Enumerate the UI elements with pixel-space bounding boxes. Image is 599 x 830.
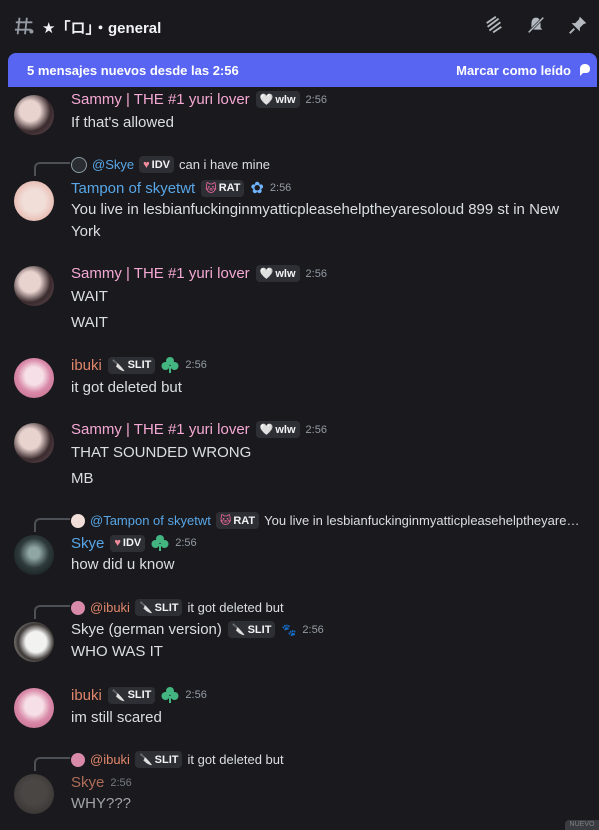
author-name[interactable]: Sammy | THE #1 yuri lover bbox=[71, 265, 250, 282]
reply-connector bbox=[34, 757, 70, 771]
timestamp[interactable]: 2:56 bbox=[270, 182, 291, 194]
knife-icon: 🔪 bbox=[111, 689, 126, 702]
author-name[interactable]: Skye bbox=[71, 774, 104, 791]
reply-text[interactable]: You live in lesbianfuckinginmyatticpleas… bbox=[264, 513, 579, 528]
knife-icon: 🔪 bbox=[111, 359, 126, 372]
reply-connector bbox=[34, 605, 70, 619]
reply-text[interactable]: it got deleted but bbox=[187, 600, 283, 615]
avatar[interactable] bbox=[14, 181, 54, 221]
author-name[interactable]: ibuki bbox=[71, 357, 102, 374]
author-name[interactable]: Skye (german version) bbox=[71, 621, 222, 638]
new-messages-text[interactable]: 5 mensajes nuevos desde las 2:56 bbox=[27, 63, 239, 78]
message-text: MB bbox=[71, 470, 94, 487]
reply-text[interactable]: it got deleted but bbox=[187, 752, 283, 767]
heart-icon: 🤍 bbox=[259, 268, 274, 280]
knife-icon: 🔪 bbox=[138, 754, 153, 766]
message-text: WHO WAS IT bbox=[71, 643, 163, 660]
message-text: WAIT bbox=[71, 288, 108, 305]
server-tag: 🔪 SLIT bbox=[134, 599, 183, 616]
message-text: WAIT bbox=[71, 314, 108, 331]
message-text: it got deleted but bbox=[71, 379, 182, 396]
server-tag[interactable]: 🔪 SLIT bbox=[107, 356, 156, 374]
mark-as-read-button[interactable]: Marcar como leído bbox=[456, 63, 571, 78]
author-name[interactable]: Sammy | THE #1 yuri lover bbox=[71, 91, 250, 108]
reply-connector bbox=[34, 518, 70, 532]
server-tag[interactable]: 🤍 wlw bbox=[255, 421, 300, 438]
timestamp[interactable]: 2:56 bbox=[306, 94, 327, 106]
server-tag[interactable]: 🔪 SLIT bbox=[227, 621, 276, 638]
flower-icon: ✿ bbox=[250, 180, 264, 197]
server-tag[interactable]: 🤍 wlw bbox=[255, 91, 300, 108]
avatar[interactable] bbox=[14, 95, 54, 135]
heart-icon: ♥ bbox=[143, 158, 150, 171]
text-channel-icon bbox=[14, 17, 34, 35]
avatar[interactable] bbox=[14, 622, 54, 662]
author-name[interactable]: ibuki bbox=[71, 687, 102, 704]
timestamp[interactable]: 2:56 bbox=[185, 359, 206, 371]
avatar[interactable] bbox=[14, 358, 54, 398]
heart-icon: 🤍 bbox=[259, 424, 274, 436]
reply-preview[interactable]: @ibuki 🔪 SLIT it got deleted but bbox=[71, 599, 284, 616]
pin-icon[interactable] bbox=[567, 14, 589, 36]
avatar[interactable] bbox=[14, 688, 54, 728]
timestamp[interactable]: 2:56 bbox=[110, 777, 131, 789]
avatar[interactable] bbox=[14, 535, 54, 575]
knife-icon: 🔪 bbox=[231, 624, 246, 636]
author-name[interactable]: Skye bbox=[71, 535, 104, 552]
server-tag[interactable]: 🔪 SLIT bbox=[107, 686, 156, 704]
message-text: WHY??? bbox=[71, 795, 132, 812]
channel-name: ★「ロ」・general bbox=[42, 20, 162, 37]
server-tag: 🐱 RAT bbox=[215, 512, 260, 529]
message-text: how did u know bbox=[71, 556, 175, 573]
timestamp[interactable]: 2:56 bbox=[185, 689, 206, 701]
message-text: im still scared bbox=[71, 709, 162, 726]
paw-icon: 🐾 bbox=[281, 622, 297, 637]
threads-icon[interactable] bbox=[483, 14, 505, 36]
reply-author[interactable]: @Tampon of skyetwt bbox=[90, 513, 211, 528]
avatar[interactable] bbox=[14, 266, 54, 306]
clover-icon bbox=[161, 357, 179, 373]
message-text: If that's allowed bbox=[71, 114, 174, 131]
reply-preview[interactable]: @ibuki 🔪 SLIT it got deleted but bbox=[71, 751, 284, 768]
server-tag[interactable]: 🐱 RAT bbox=[201, 179, 245, 197]
reply-connector bbox=[34, 162, 70, 176]
reply-avatar bbox=[71, 156, 87, 173]
timestamp[interactable]: 2:56 bbox=[306, 268, 327, 280]
heart-icon: 🤍 bbox=[259, 94, 274, 106]
server-tag[interactable]: ♥ IDV bbox=[110, 534, 146, 552]
message-text: You live in lesbianfuckinginmyatticpleas… bbox=[71, 201, 560, 240]
reply-preview[interactable]: @Skye ♥ IDV can i have mine bbox=[71, 156, 270, 173]
mark-read-icon[interactable] bbox=[577, 62, 593, 78]
clover-icon bbox=[161, 687, 179, 703]
avatar[interactable] bbox=[14, 774, 54, 814]
new-badge: NUEVO bbox=[565, 820, 599, 830]
channel-header: ★「ロ」・general bbox=[0, 0, 599, 52]
server-tag: ♥ IDV bbox=[139, 156, 174, 173]
clover-icon bbox=[151, 535, 169, 551]
reply-avatar bbox=[71, 513, 85, 528]
cat-icon: 🐱 bbox=[219, 515, 232, 527]
reply-preview[interactable]: @Tampon of skyetwt 🐱 RAT You live in lesb… bbox=[71, 512, 579, 529]
author-name[interactable]: Sammy | THE #1 yuri lover bbox=[71, 421, 250, 438]
timestamp[interactable]: 2:56 bbox=[175, 537, 196, 549]
timestamp[interactable]: 2:56 bbox=[302, 624, 323, 636]
knife-icon: 🔪 bbox=[138, 602, 153, 614]
reply-author[interactable]: @Skye bbox=[92, 157, 134, 172]
author-name[interactable]: Tampon of skyetwt bbox=[71, 180, 195, 197]
reply-author[interactable]: @ibuki bbox=[90, 752, 130, 767]
reply-avatar bbox=[71, 600, 85, 615]
server-tag[interactable]: 🤍 wlw bbox=[255, 265, 300, 282]
reply-text[interactable]: can i have mine bbox=[179, 157, 270, 172]
server-tag: 🔪 SLIT bbox=[134, 751, 183, 768]
heart-icon: ♥ bbox=[114, 537, 121, 549]
cat-icon: 🐱 bbox=[205, 182, 217, 195]
mute-icon[interactable] bbox=[525, 14, 547, 36]
reply-author[interactable]: @ibuki bbox=[90, 600, 130, 615]
reply-avatar bbox=[71, 752, 85, 767]
new-messages-banner[interactable]: 5 mensajes nuevos desde las 2:56 Marcar … bbox=[8, 53, 597, 87]
avatar[interactable] bbox=[14, 423, 54, 463]
timestamp[interactable]: 2:56 bbox=[306, 424, 327, 436]
message-text: THAT SOUNDED WRONG bbox=[71, 444, 252, 461]
